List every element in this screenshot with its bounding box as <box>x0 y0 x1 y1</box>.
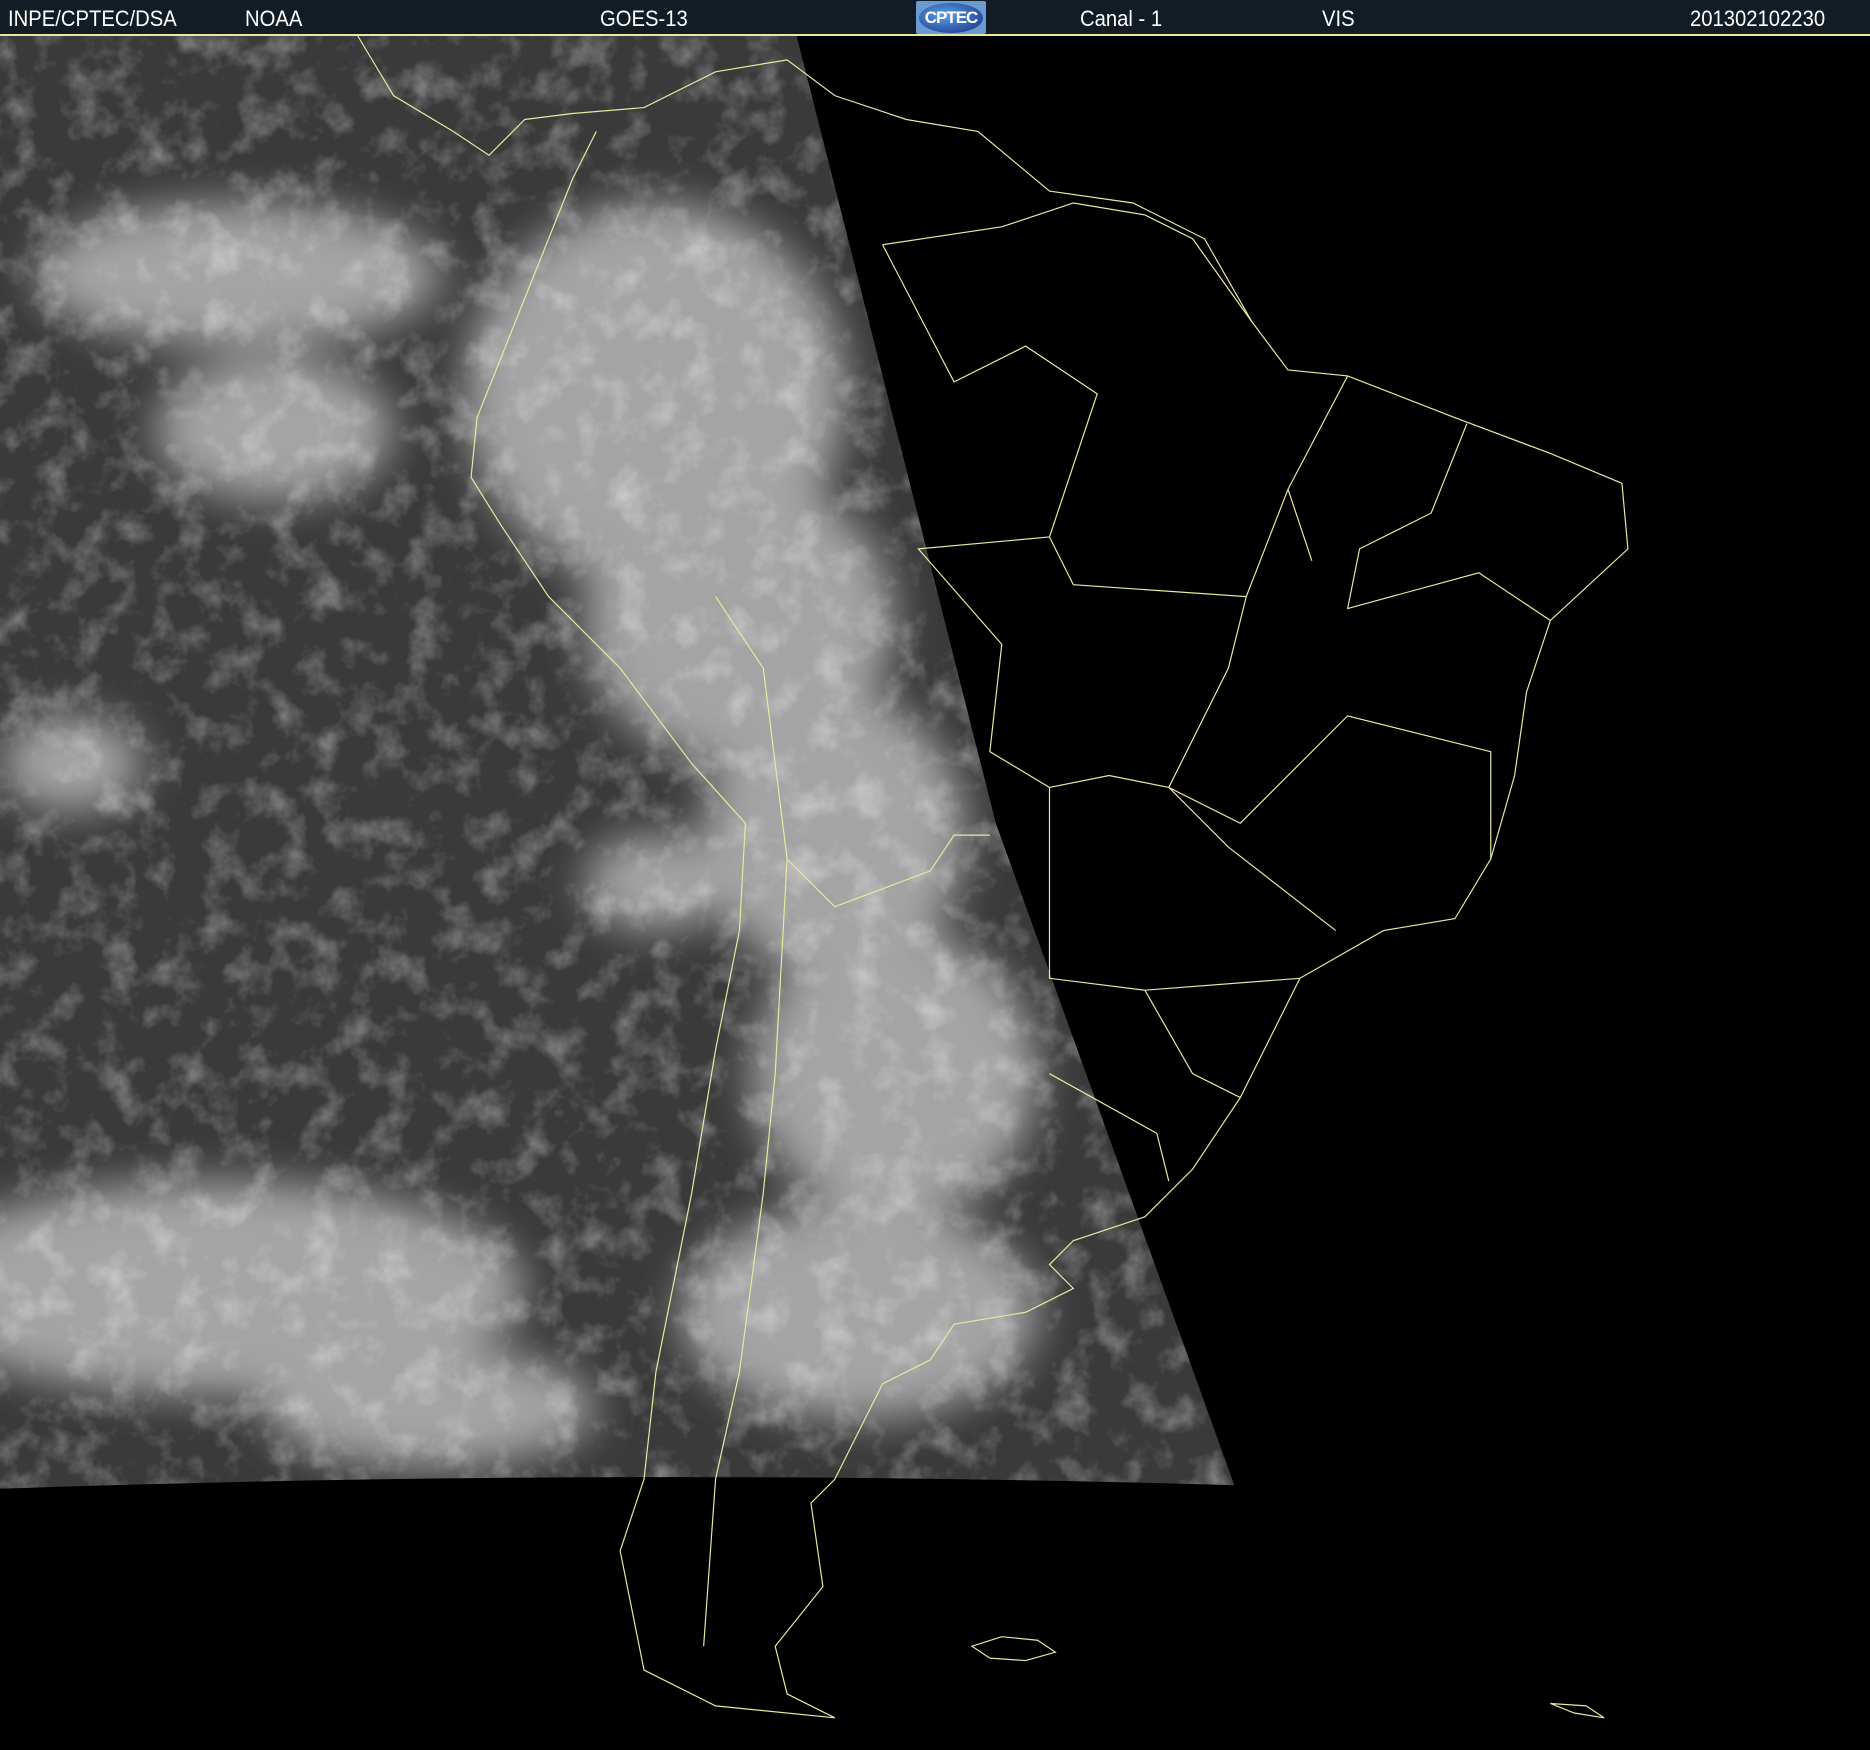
band-label: VIS <box>1322 6 1355 31</box>
institution-label: INPE/CPTEC/DSA <box>8 6 177 31</box>
timestamp-label: 201302102230 <box>1690 6 1826 31</box>
header-bar: INPE/CPTEC/DSA NOAA GOES-13 CPTEC Canal … <box>0 0 1870 36</box>
satellite-label: GOES-13 <box>600 6 688 31</box>
cptec-logo: CPTEC <box>916 1 986 34</box>
channel-label: Canal - 1 <box>1080 6 1163 31</box>
satellite-image <box>0 36 1870 1750</box>
agency-label: NOAA <box>245 6 303 31</box>
logo-text: CPTEC <box>919 2 983 33</box>
